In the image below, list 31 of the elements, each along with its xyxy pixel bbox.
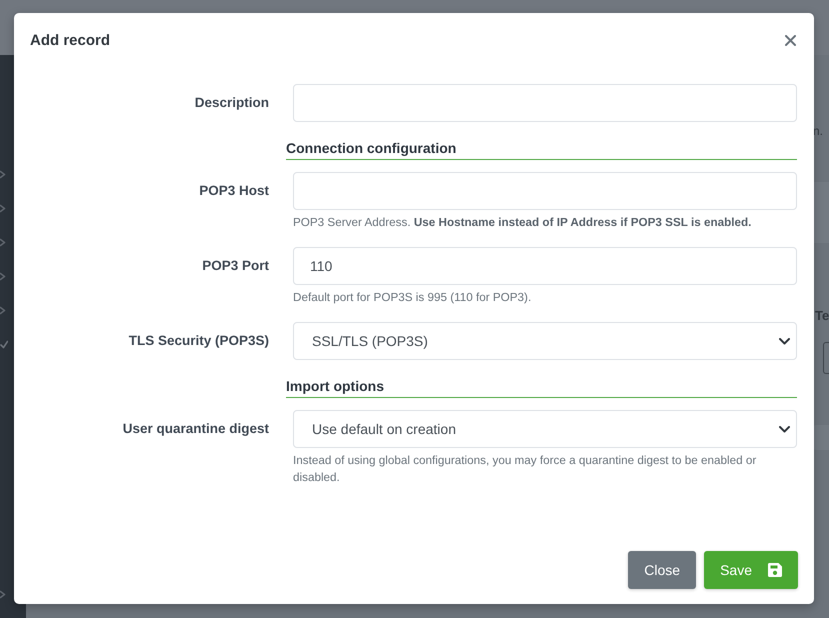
page-text: Te [815, 308, 829, 323]
chevron-down-icon [779, 426, 790, 432]
dialog-close-button[interactable] [785, 34, 796, 46]
help-text: Default port for POP3S is 995 (110 for POP3). [293, 290, 532, 306]
chevron-right-icon [0, 170, 6, 179]
background-field [823, 342, 829, 374]
help-text: POP3 Server Address. Use Hostname instead of IP Address if POP3 SSL is enabled. [293, 215, 752, 231]
chevron-right-icon [0, 272, 6, 281]
field-label: User quarantine digest [122, 420, 269, 438]
field-label: POP3 Port [202, 257, 269, 275]
close-icon [785, 34, 796, 46]
chevron-right-icon [0, 204, 6, 213]
text-input[interactable] [293, 84, 797, 122]
text-input[interactable] [293, 172, 797, 210]
field-label: POP3 Host [199, 182, 269, 200]
section-heading: Import options [286, 376, 797, 398]
text-input[interactable]: 110 [293, 247, 797, 285]
chevron-down-icon [779, 338, 790, 344]
dropdown-select[interactable]: Use default on creation [293, 410, 797, 448]
help-text: Instead of using global configurations, you may force a quarantine digest to be enabled or disabled. [293, 453, 758, 486]
close-button[interactable]: Close [628, 551, 696, 589]
chevron-right-icon [0, 238, 6, 247]
section-heading: Connection configuration [286, 138, 797, 160]
field-label: Description [194, 94, 269, 112]
dropdown-select[interactable]: SSL/TLS (POP3S) [293, 322, 797, 360]
modal-title: Add record [30, 32, 110, 48]
chevron-right-icon [0, 306, 6, 315]
check-icon [0, 340, 8, 349]
field-label: TLS Security (POP3S) [128, 332, 269, 350]
chevron-right-icon [0, 590, 6, 599]
page-text: n. [813, 124, 824, 139]
